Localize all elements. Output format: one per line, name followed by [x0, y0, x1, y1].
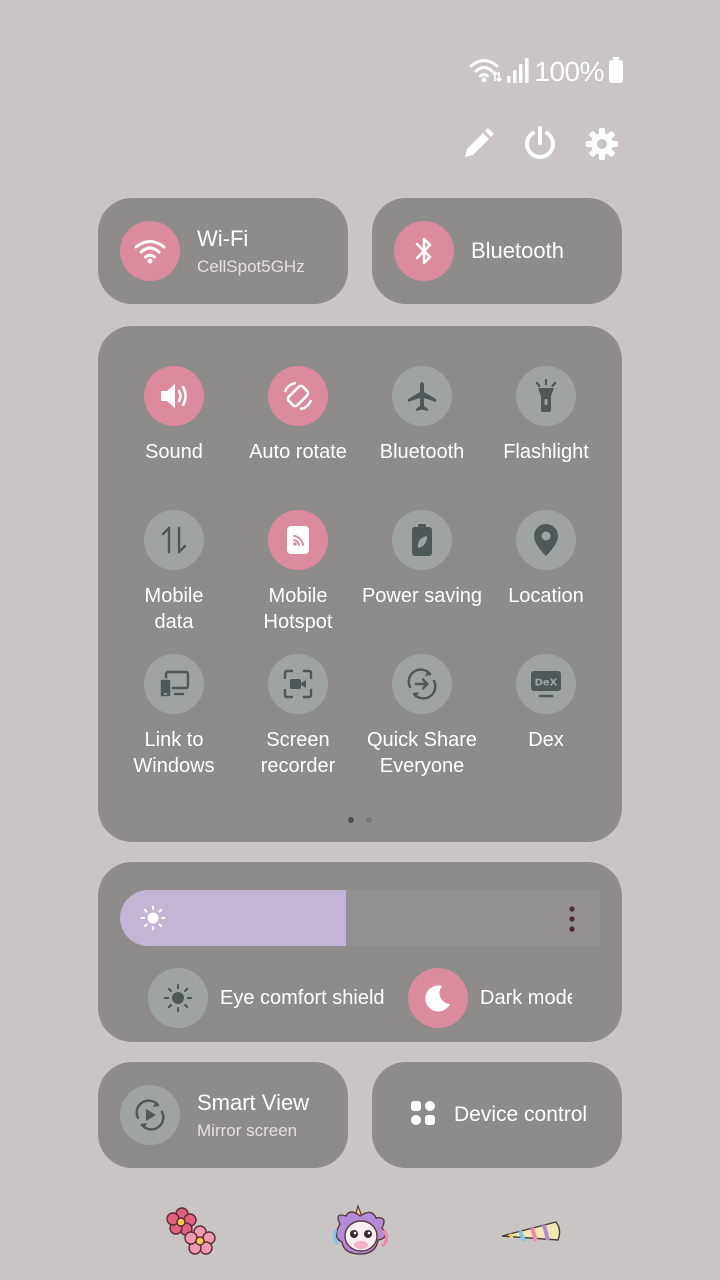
hotspot-icon[interactable] [268, 510, 328, 570]
page-indicator [348, 817, 372, 823]
location-icon[interactable] [516, 510, 576, 570]
tile-label: Auto rotate [249, 441, 347, 463]
flower-sticker [164, 1206, 220, 1265]
bluetooth-label: Bluetooth [471, 238, 564, 263]
sun-icon [140, 905, 166, 936]
status-bar: 100% [468, 54, 624, 90]
dark-mode-icon[interactable] [408, 968, 468, 1028]
page-dot-active[interactable] [348, 817, 354, 823]
svg-text:DeX: DeX [535, 678, 558, 689]
tile-quick-share[interactable]: Quick Share Everyone [360, 654, 484, 779]
tile-label: Link to Windows [133, 729, 215, 777]
tile-label: Screen recorder [260, 729, 336, 777]
edit-icon[interactable] [460, 124, 496, 164]
dark-mode-toggle[interactable]: Dark mode [408, 968, 572, 1028]
quick-settings-panel: Sound Auto rotate Bluetooth Flashlight M… [98, 326, 622, 842]
smart-view-icon[interactable] [120, 1085, 180, 1145]
tile-label: Sound [145, 441, 203, 463]
device-control-icon [410, 1100, 436, 1131]
quick-share-icon[interactable] [392, 654, 452, 714]
tile-label: Dex [528, 729, 564, 751]
tile-mobile-data[interactable]: Mobile data [112, 510, 236, 635]
tile-mobile-hotspot[interactable]: Mobile Hotspot [236, 510, 360, 635]
tile-flashlight[interactable]: Flashlight [484, 366, 608, 465]
page-dot[interactable] [366, 817, 372, 823]
smart-view-subtitle: Mirror screen [197, 1120, 298, 1140]
settings-icon[interactable] [584, 124, 620, 164]
brightness-panel: Eye comfort shield Dark mode [98, 862, 622, 1042]
battery-icon [608, 56, 624, 89]
tile-label: Mobile data [144, 585, 204, 633]
eye-comfort-toggle[interactable]: Eye comfort shield [148, 968, 385, 1028]
wifi-signal-icon [468, 55, 503, 90]
link-to-windows-icon[interactable] [144, 654, 204, 714]
bluetooth-tile[interactable]: Bluetooth [372, 198, 622, 304]
unicorn-sticker [330, 1204, 392, 1265]
tile-screen-recorder[interactable]: Screen recorder [236, 654, 360, 779]
signal-icon [506, 56, 530, 89]
eye-comfort-label: Eye comfort shield [220, 986, 385, 1009]
screen-recorder-icon[interactable] [268, 654, 328, 714]
tile-label: Bluetooth [379, 441, 465, 463]
airplane-icon[interactable] [392, 366, 452, 426]
device-control-label: Device control [454, 1103, 588, 1126]
tile-label: Flashlight [503, 441, 589, 463]
top-actions [460, 124, 620, 164]
tile-location[interactable]: Location [484, 510, 608, 609]
tile-power-saving[interactable]: Power saving [360, 510, 484, 609]
unicorn-horn-sticker [500, 1214, 562, 1253]
wifi-label: Wi-Fi [197, 225, 249, 251]
smart-view-label: Smart View [197, 1089, 310, 1115]
tile-link-to-windows[interactable]: Link to Windows [112, 654, 236, 779]
mobile-data-icon[interactable] [144, 510, 204, 570]
tile-sound[interactable]: Sound [112, 366, 236, 465]
wifi-icon[interactable] [120, 221, 180, 281]
tile-airplane[interactable]: Bluetooth [360, 366, 484, 465]
brightness-slider[interactable] [120, 890, 600, 946]
tile-dex[interactable]: DeX Dex [484, 654, 608, 753]
smart-view-tile[interactable]: Smart View Mirror screen [98, 1062, 348, 1168]
wifi-tile[interactable]: Wi-Fi CellSpot5GHz [98, 198, 348, 304]
tile-label: Power saving [361, 585, 483, 607]
tile-auto-rotate[interactable]: Auto rotate [236, 366, 360, 465]
dex-icon[interactable]: DeX [516, 654, 576, 714]
eye-comfort-icon[interactable] [148, 968, 208, 1028]
tile-label: Quick Share Everyone [366, 729, 478, 777]
tile-label: Location [508, 585, 584, 607]
bluetooth-icon[interactable] [394, 221, 454, 281]
sound-icon[interactable] [144, 366, 204, 426]
device-control-tile[interactable]: Device control [372, 1062, 622, 1168]
power-saving-icon[interactable] [392, 510, 452, 570]
tile-label: Mobile Hotspot [263, 585, 333, 633]
wifi-network-name: CellSpot5GHz [197, 256, 305, 276]
power-icon[interactable] [522, 124, 558, 164]
battery-percent: 100% [534, 56, 604, 87]
flashlight-icon[interactable] [516, 366, 576, 426]
auto-rotate-icon[interactable] [268, 366, 328, 426]
dark-mode-label: Dark mode [480, 986, 572, 1009]
more-options-icon[interactable] [568, 905, 576, 938]
